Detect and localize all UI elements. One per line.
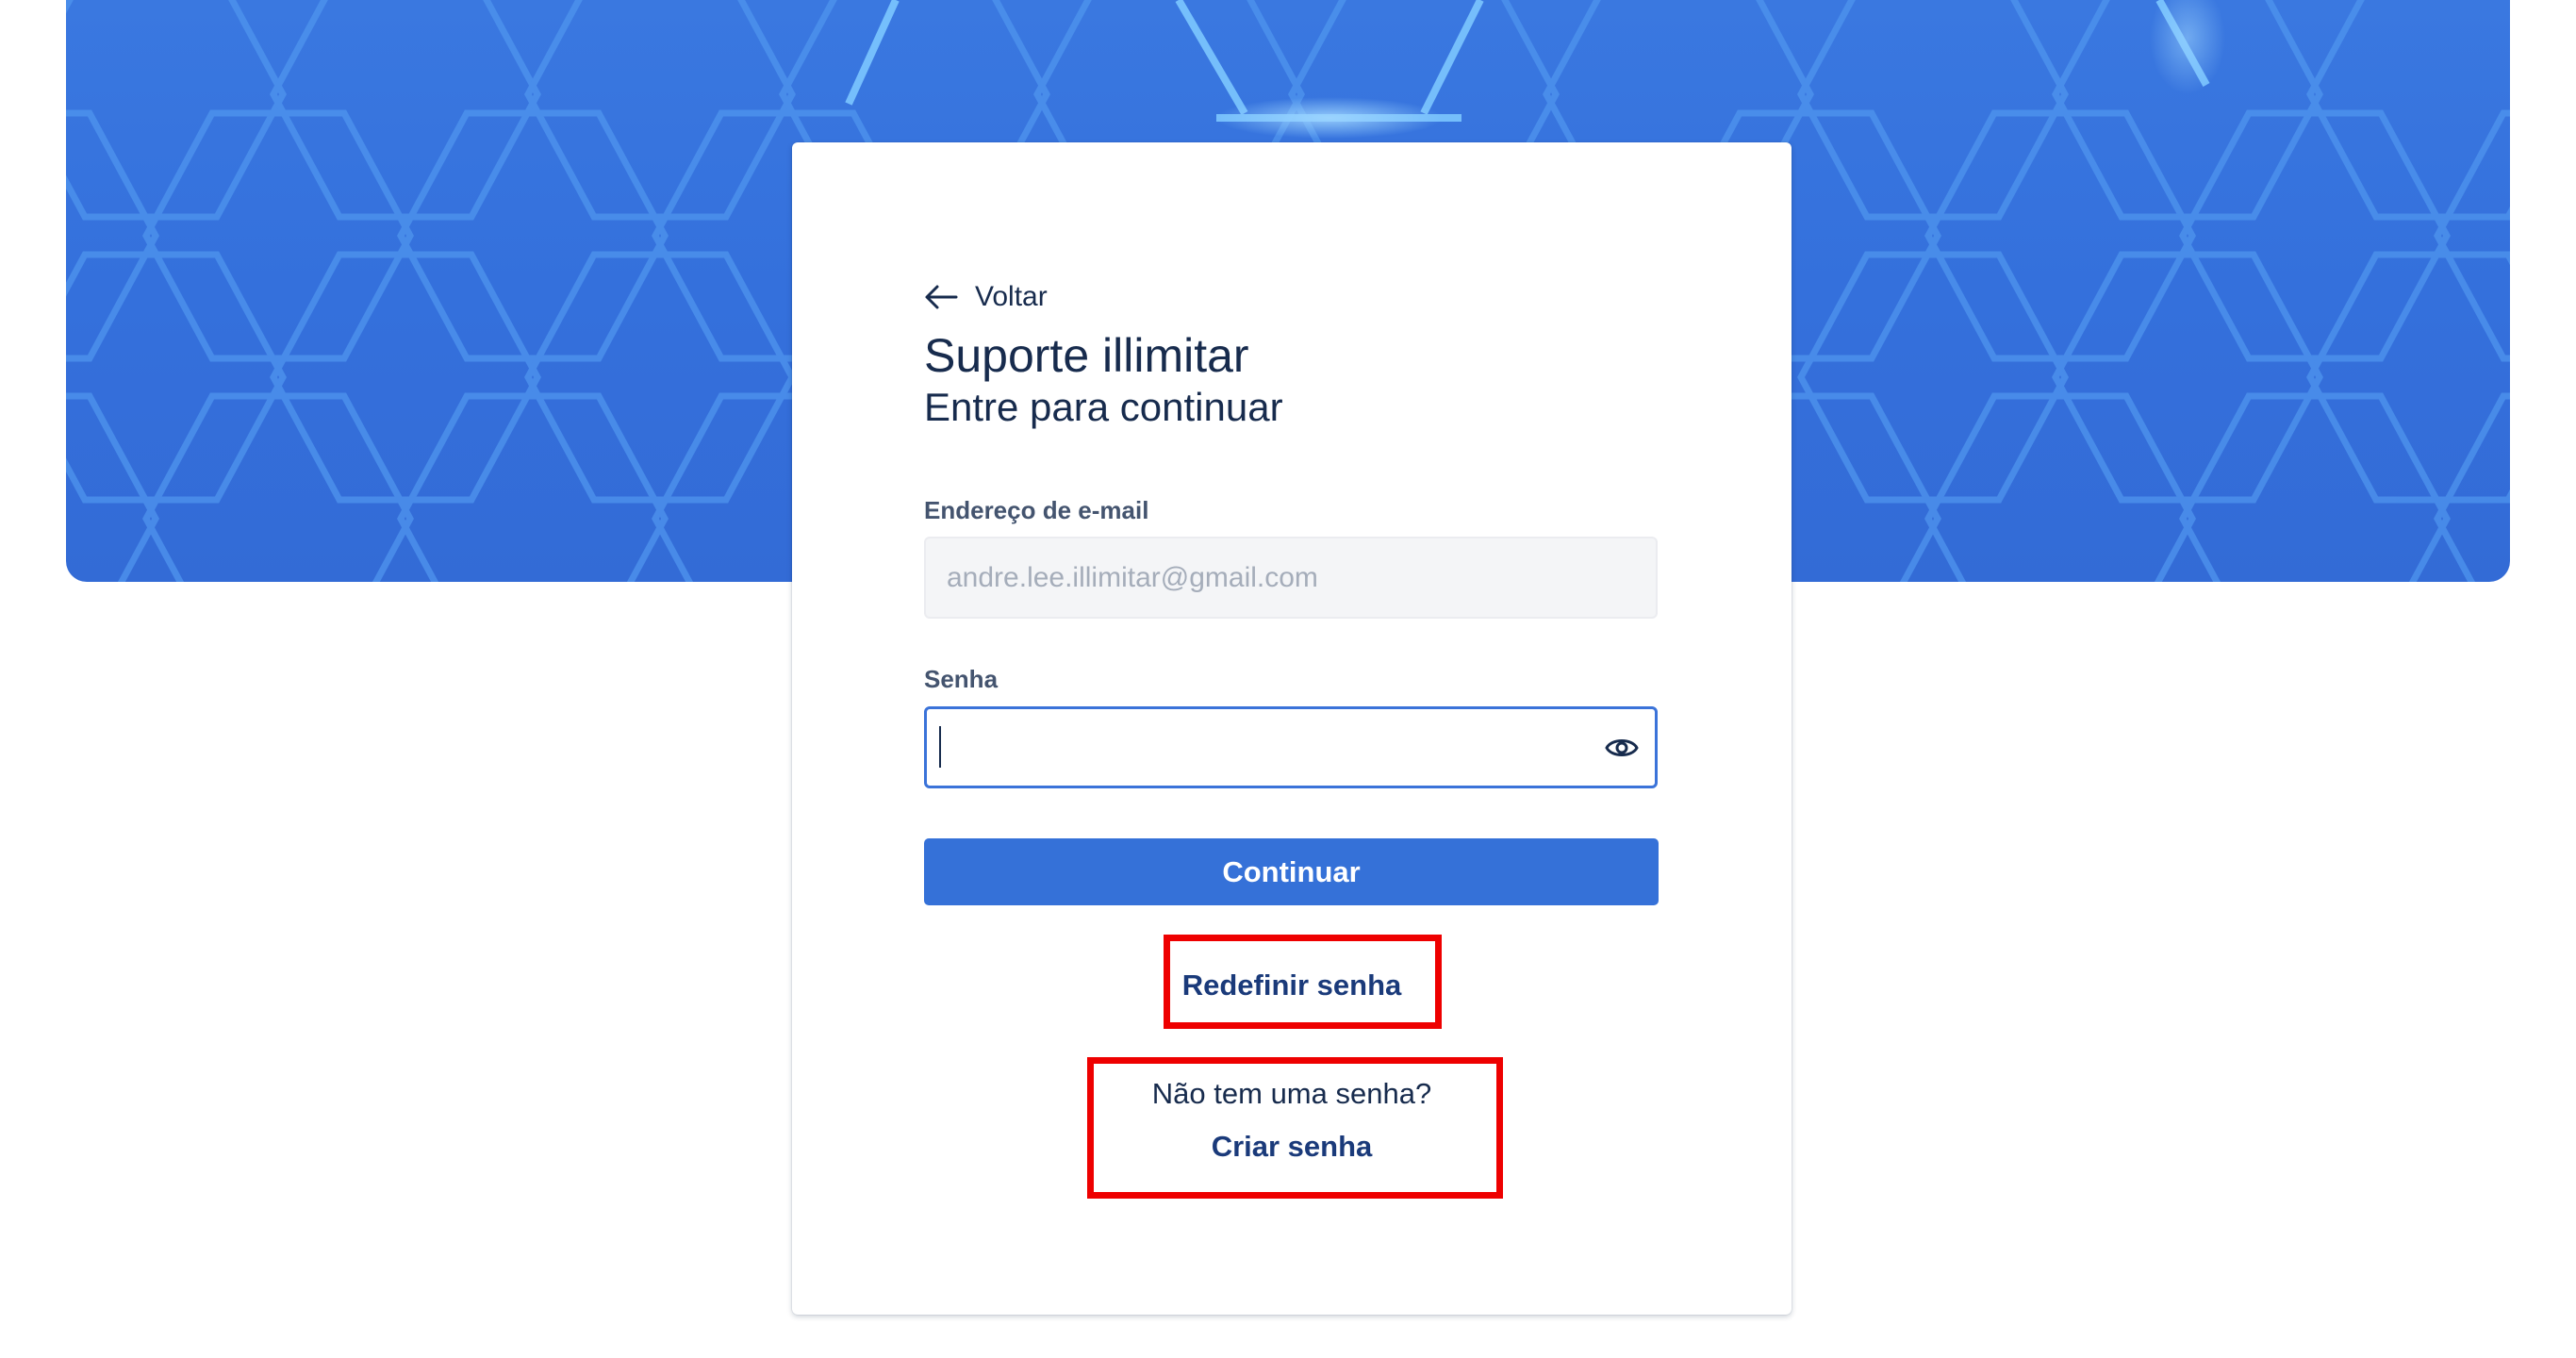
create-password-link[interactable]: Criar senha [792, 1129, 1792, 1165]
password-field[interactable] [927, 709, 1568, 786]
page-subtitle: Entre para continuar [924, 385, 1283, 429]
arrow-left-icon [925, 285, 958, 309]
no-password-text: Não tem uma senha? [1151, 1077, 1432, 1110]
login-card: Voltar Suporte illimitar Entre para cont… [792, 142, 1792, 1315]
back-label: Voltar [975, 281, 1048, 312]
password-label: Senha [924, 665, 999, 693]
page-title: Suporte illimitar [924, 329, 1249, 382]
back-link[interactable]: Voltar [924, 280, 1048, 314]
text-caret [939, 726, 941, 768]
continue-button[interactable]: Continuar [924, 838, 1659, 905]
email-label: Endereço de e-mail [924, 496, 1149, 524]
eye-icon[interactable] [1604, 730, 1640, 766]
reset-password-link[interactable]: Redefinir senha [792, 968, 1792, 1003]
login-page: Voltar Suporte illimitar Entre para cont… [0, 0, 2576, 1358]
email-field[interactable] [924, 537, 1658, 619]
password-field-wrapper [924, 706, 1658, 788]
